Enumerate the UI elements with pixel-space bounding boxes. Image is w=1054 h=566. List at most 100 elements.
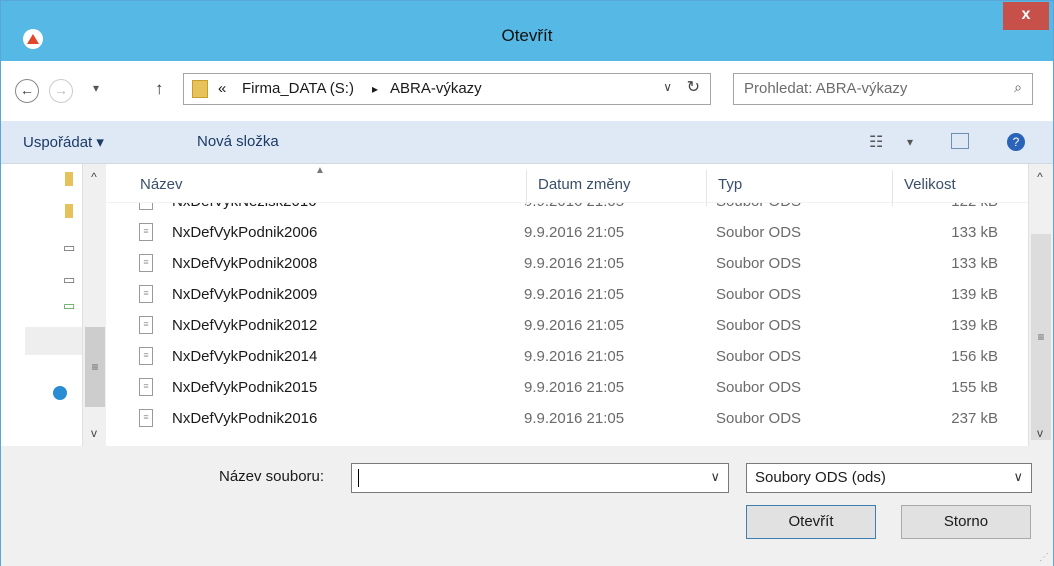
file-date: 9.9.2016 21:05 <box>524 317 625 334</box>
scroll-up-arrow[interactable]: ^ <box>1029 166 1051 188</box>
title-bar[interactable]: Otevřít x <box>1 1 1053 61</box>
dialog-title: Otevřít <box>501 26 553 45</box>
file-name: NxDefVykPodnik2016 <box>172 410 318 427</box>
recent-locations-dropdown[interactable]: ▾ <box>93 81 99 95</box>
file-size: 156 kB <box>951 348 998 365</box>
command-toolbar: Uspořádat ▾ Nová složka ☷ ▾ ? <box>1 121 1053 164</box>
nav-pane-scrollbar[interactable]: ^ ≡ v <box>82 164 106 446</box>
scroll-down-arrow[interactable]: v <box>83 422 105 444</box>
navigation-pane: ▭ ▭ ▭ ^ ≡ v <box>1 164 106 446</box>
scroll-down-arrow[interactable]: v <box>1029 422 1051 444</box>
file-list: ≡NxDefVykNezisk20169.9.2016 21:05Soubor … <box>106 164 1028 446</box>
column-divider[interactable] <box>526 170 527 206</box>
file-row[interactable]: ≡ NxDefVykPodnik2016 9.9.2016 21:05 Soubor … <box>106 403 1028 434</box>
open-button[interactable]: Otevřít <box>746 505 876 539</box>
file-size: 139 kB <box>951 317 998 334</box>
search-icon[interactable]: ⌕ <box>1014 79 1022 96</box>
filetype-dropdown-icon[interactable]: ∨ <box>1013 469 1023 485</box>
drive-icon[interactable]: ▭ <box>63 240 75 256</box>
file-size: 155 kB <box>951 379 998 396</box>
column-divider[interactable] <box>892 170 893 206</box>
drive-icon[interactable]: ▭ <box>63 272 75 288</box>
dialog-footer: Název souboru: ∨ Soubory ODS (ods) ∨ Ote… <box>1 447 1053 566</box>
breadcrumb-folder[interactable]: ABRA-výkazy <box>390 80 482 97</box>
file-type: Soubor ODS <box>716 379 802 396</box>
filetype-value[interactable]: Soubory ODS (ods) <box>755 469 886 486</box>
back-button[interactable]: ← <box>15 79 39 103</box>
file-date: 9.9.2016 21:05 <box>524 255 625 272</box>
document-file-icon: ≡ <box>139 285 153 303</box>
help-icon[interactable]: ? <box>1007 133 1025 151</box>
view-menu-dropdown[interactable]: ▾ <box>907 135 913 149</box>
network-icon[interactable] <box>53 386 67 400</box>
cancel-button[interactable]: Storno <box>901 505 1031 539</box>
folder-icon <box>192 80 208 98</box>
file-name: NxDefVykPodnik2008 <box>172 255 318 272</box>
column-type[interactable]: Typ <box>718 176 742 193</box>
sort-ascending-icon: ▲ <box>315 165 325 176</box>
folder-icon[interactable] <box>65 172 73 186</box>
view-options-icon[interactable]: ☷ <box>869 132 883 152</box>
search-placeholder: Prohledat: ABRA-výkazy <box>744 80 908 97</box>
column-header: ▲ Název Datum změny Typ Velikost <box>106 164 1028 206</box>
address-bar[interactable]: « Firma_DATA (S:) ▸ ABRA-výkazy ∨ ↻ <box>183 73 711 105</box>
scroll-thumb[interactable]: ≡ <box>1031 234 1051 440</box>
scroll-thumb[interactable]: ≡ <box>85 327 105 407</box>
file-name: NxDefVykPodnik2006 <box>172 224 318 241</box>
up-button[interactable]: ↑ <box>155 79 164 99</box>
file-row[interactable]: ≡ NxDefVykPodnik2014 9.9.2016 21:05 Soubor … <box>106 341 1028 372</box>
file-row[interactable]: ≡ NxDefVykPodnik2006 9.9.2016 21:05 Soubor … <box>106 217 1028 248</box>
preview-pane-icon[interactable] <box>951 133 969 149</box>
close-button[interactable]: x <box>1003 2 1049 30</box>
file-size: 133 kB <box>951 224 998 241</box>
file-row[interactable]: ≡ NxDefVykPodnik2012 9.9.2016 21:05 Soubor … <box>106 310 1028 341</box>
search-box[interactable]: Prohledat: ABRA-výkazy ⌕ <box>733 73 1033 105</box>
file-size: 237 kB <box>951 410 998 427</box>
file-date: 9.9.2016 21:05 <box>524 224 625 241</box>
scroll-up-arrow[interactable]: ^ <box>83 166 105 188</box>
file-size: 133 kB <box>951 255 998 272</box>
document-file-icon: ≡ <box>139 316 153 334</box>
file-type: Soubor ODS <box>716 286 802 303</box>
document-file-icon: ≡ <box>139 378 153 396</box>
filetype-select[interactable]: Soubory ODS (ods) ∨ <box>746 463 1032 493</box>
file-date: 9.9.2016 21:05 <box>524 286 625 303</box>
file-type: Soubor ODS <box>716 317 802 334</box>
refresh-icon[interactable]: ↻ <box>687 77 700 97</box>
file-name: NxDefVykPodnik2014 <box>172 348 318 365</box>
column-divider[interactable] <box>706 170 707 206</box>
file-list-scrollbar[interactable]: ^ ≡ v <box>1028 164 1052 446</box>
file-type: Soubor ODS <box>716 410 802 427</box>
file-row[interactable]: ≡ NxDefVykPodnik2009 9.9.2016 21:05 Soubor … <box>106 279 1028 310</box>
column-name[interactable]: Název <box>140 176 183 193</box>
network-drive-icon[interactable]: ▭ <box>63 298 75 314</box>
filename-dropdown-icon[interactable]: ∨ <box>710 469 720 485</box>
file-type: Soubor ODS <box>716 224 802 241</box>
file-name: NxDefVykPodnik2015 <box>172 379 318 396</box>
file-name: NxDefVykPodnik2009 <box>172 286 318 303</box>
organize-menu[interactable]: Uspořádat ▾ <box>23 133 104 151</box>
column-size[interactable]: Velikost <box>904 176 956 193</box>
file-row[interactable]: ≡ NxDefVykPodnik2008 9.9.2016 21:05 Soubor … <box>106 248 1028 279</box>
new-folder-button[interactable]: Nová složka <box>197 133 279 150</box>
file-date: 9.9.2016 21:05 <box>524 348 625 365</box>
file-type: Soubor ODS <box>716 348 802 365</box>
file-date: 9.9.2016 21:05 <box>524 410 625 427</box>
filename-label: Název souboru: <box>219 468 325 485</box>
document-file-icon: ≡ <box>139 409 153 427</box>
file-row[interactable]: ≡ NxDefVykPodnik2015 9.9.2016 21:05 Soubor … <box>106 372 1028 403</box>
nav-selected-item[interactable] <box>25 327 83 355</box>
filename-input[interactable]: ∨ <box>351 463 729 493</box>
breadcrumb-more[interactable]: « <box>218 80 226 97</box>
forward-button[interactable]: → <box>49 79 73 103</box>
resize-grip-icon[interactable]: ⋰ <box>1039 552 1049 563</box>
column-date[interactable]: Datum změny <box>538 176 631 193</box>
breadcrumb-drive[interactable]: Firma_DATA (S:) <box>242 80 354 97</box>
folder-icon[interactable] <box>65 204 73 218</box>
file-name: NxDefVykPodnik2012 <box>172 317 318 334</box>
document-file-icon: ≡ <box>139 347 153 365</box>
file-size: 139 kB <box>951 286 998 303</box>
breadcrumb-separator[interactable]: ▸ <box>372 82 378 96</box>
file-date: 9.9.2016 21:05 <box>524 379 625 396</box>
address-dropdown-icon[interactable]: ∨ <box>663 80 672 94</box>
